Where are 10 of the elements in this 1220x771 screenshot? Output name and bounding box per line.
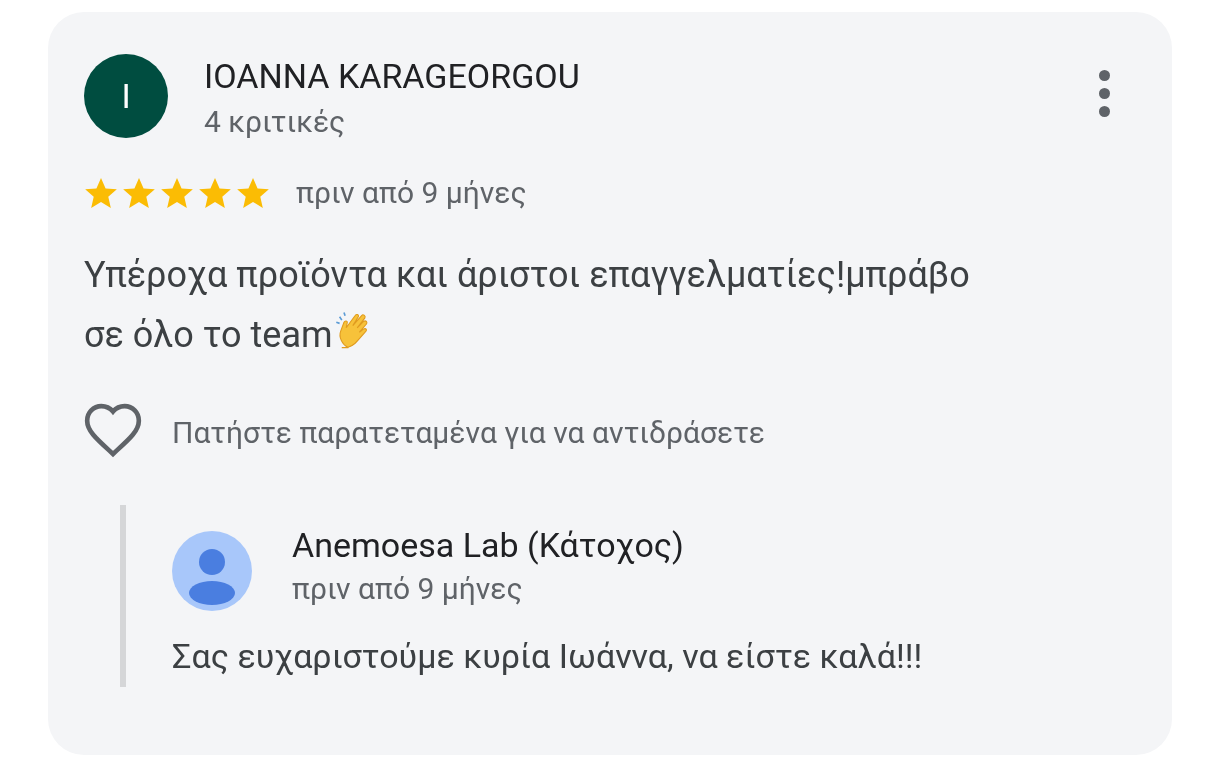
reaction-hint: Πατήστε παρατεταμένα για να αντιδράσετε xyxy=(172,413,765,452)
reply-text: Σας ευχαριστούμε κυρία Ιωάννα, να είστε καλά!!! xyxy=(172,635,924,678)
author-name[interactable]: IOANNA KARAGEORGOU xyxy=(204,54,580,98)
review-time: πριν από 9 μήνες xyxy=(296,174,527,212)
avatar-placeholder-icon xyxy=(172,531,252,611)
review-text: Υπέροχα προϊόντα και άριστοι επαγγελματίες!μπράβο σε όλο το team xyxy=(84,253,971,358)
owner-name[interactable]: Anemoesa Lab (Κάτοχος) xyxy=(292,523,684,567)
avatar: I xyxy=(84,54,168,138)
reply-time: πριν από 9 μήνες xyxy=(292,570,524,608)
review-count: 4 κριτικές xyxy=(204,103,347,141)
